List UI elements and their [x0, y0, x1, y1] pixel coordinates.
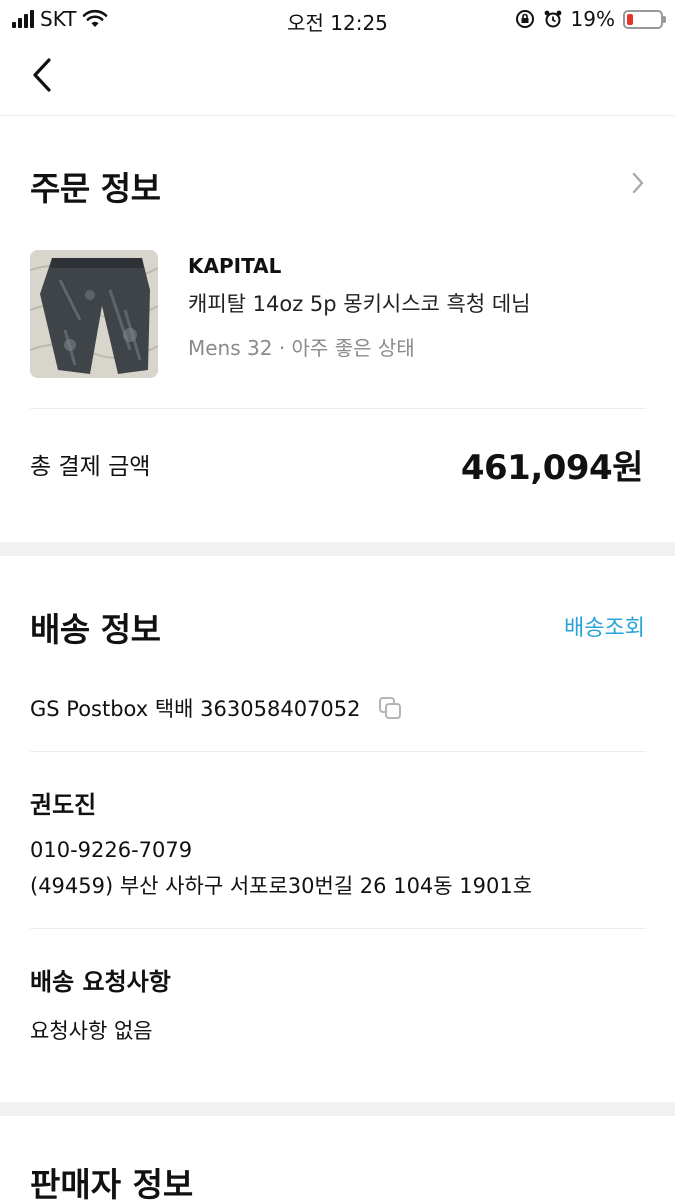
- product-image[interactable]: [30, 250, 158, 378]
- seller-info-title: 판매자 정보: [30, 1165, 194, 1200]
- shipping-info-title: 배송 정보: [30, 610, 161, 649]
- divider: [30, 408, 646, 409]
- section-separator: [0, 542, 675, 556]
- divider: [30, 928, 646, 929]
- copy-icon: [378, 697, 401, 719]
- recipient-address: (49459) 부산 사하구 서포로30번길 26 104동 1901호: [30, 874, 533, 898]
- chevron-right-icon: [632, 172, 644, 194]
- product-brand: KAPITAL: [188, 254, 282, 278]
- delivery-request-text: 요청사항 없음: [30, 1019, 153, 1043]
- tracking-number-row: GS Postbox 택배 363058407052: [30, 693, 403, 723]
- rotation-lock-icon: [515, 10, 534, 28]
- tracking-number: GS Postbox 택배 363058407052: [30, 697, 361, 721]
- nav-bar: [0, 38, 675, 116]
- total-value: 461,094원: [460, 448, 644, 488]
- copy-button[interactable]: [377, 695, 403, 721]
- recipient-name: 권도진: [30, 791, 97, 819]
- section-separator: [0, 1102, 675, 1116]
- battery-icon: [623, 9, 666, 29]
- battery-fill: [627, 13, 633, 25]
- product-meta: Mens 32 · 아주 좋은 상태: [188, 336, 415, 360]
- back-button[interactable]: [22, 52, 62, 98]
- track-shipment-link[interactable]: 배송조회: [564, 610, 645, 642]
- order-detail-button[interactable]: [629, 170, 647, 196]
- divider: [30, 751, 646, 752]
- alarm-icon: [544, 10, 561, 28]
- status-right: 19%: [515, 7, 666, 31]
- status-bar: SKT 오전 12:25 19%: [0, 0, 675, 38]
- chevron-left-icon: [33, 58, 51, 92]
- delivery-request-title: 배송 요청사항: [30, 968, 171, 996]
- product-name: 캐피탈 14oz 5p 몽키시스코 흑청 데님: [188, 292, 531, 316]
- jeans-image: [30, 250, 158, 378]
- total-label: 총 결제 금액: [30, 454, 151, 480]
- battery-percent: 19%: [570, 7, 615, 31]
- recipient-phone: 010-9226-7079: [30, 838, 193, 862]
- order-info-title: 주문 정보: [30, 169, 161, 208]
